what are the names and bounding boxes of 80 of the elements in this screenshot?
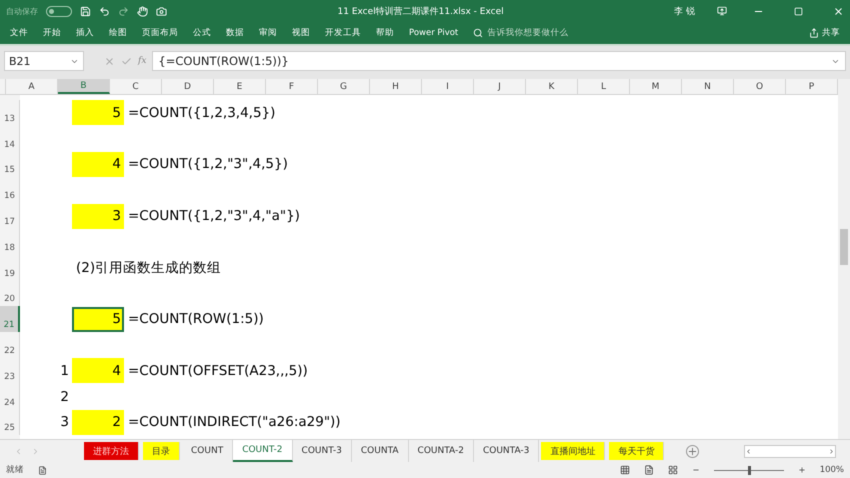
sheet-tab[interactable]: 直播间地址 (541, 442, 606, 460)
maximize-icon[interactable] (794, 6, 803, 16)
column-header[interactable]: C (110, 79, 162, 94)
column-header[interactable]: F (266, 79, 318, 94)
cell-value: =COUNT({1,2,3,4,5}) (127, 104, 276, 123)
column-header[interactable]: E (214, 79, 266, 94)
redo-icon[interactable] (118, 6, 129, 16)
page-layout-icon[interactable] (644, 465, 654, 475)
sheet-tab[interactable]: COUNT-2 (233, 440, 293, 462)
add-sheet-icon[interactable] (686, 444, 700, 458)
undo-icon[interactable] (99, 6, 110, 16)
column-header[interactable]: H (370, 79, 422, 94)
ribbon-tab[interactable]: 绘图 (109, 27, 127, 39)
sheet-tab[interactable]: 每天干货 (609, 442, 664, 460)
cell-value: 5 (72, 306, 124, 332)
scrollbar-thumb[interactable] (840, 229, 848, 265)
search-icon (473, 28, 484, 38)
row-header[interactable]: 21 (0, 306, 20, 332)
share-button[interactable]: 共享 (822, 27, 840, 39)
page-break-icon[interactable] (668, 465, 678, 475)
cell-value: (2)引用函数生成的数组 (75, 258, 222, 278)
zoom-in-icon[interactable] (798, 466, 806, 474)
hand-icon[interactable] (137, 6, 148, 16)
tell-me-field[interactable]: 告诉我你想要做什么 (487, 27, 568, 39)
sheet-tab[interactable]: 进群方法 (84, 442, 139, 460)
ribbon-tab[interactable]: 开发工具 (325, 27, 361, 39)
column-header[interactable]: M (630, 79, 682, 94)
close-icon[interactable] (833, 6, 844, 16)
save-icon[interactable] (80, 6, 91, 16)
cell-value: 1 (59, 362, 70, 381)
ribbon-tab[interactable]: 文件 (10, 27, 28, 39)
ribbon-tab[interactable]: 数据 (226, 27, 244, 39)
cell-value: 4 (72, 152, 124, 177)
column-header[interactable]: K (526, 79, 578, 94)
window-title: 11 Excel特训营二期课件11.xlsx - Excel (336, 6, 505, 18)
scroll-left-icon[interactable] (745, 448, 752, 454)
zoom-thumb[interactable] (748, 466, 751, 474)
column-header[interactable]: D (162, 79, 214, 94)
ribbon-display-icon[interactable] (717, 6, 727, 16)
column-header[interactable]: I (422, 79, 474, 94)
status-text: 就绪 (6, 464, 24, 476)
column-header[interactable]: B (58, 79, 110, 94)
autosave-label: 自动保存 (6, 6, 38, 16)
ribbon-tab[interactable]: Power Pivot (409, 28, 458, 38)
cell-value: =COUNT({1,2,"3",4,5}) (127, 155, 288, 174)
zoom-level: 100% (820, 465, 844, 475)
column-header[interactable]: L (578, 79, 630, 94)
row-header[interactable]: 20 (0, 280, 20, 306)
cell-value: 5 (72, 100, 124, 126)
cell-value: 2 (72, 410, 124, 435)
cell-value: =COUNT(OFFSET(A23,,,5)) (127, 362, 308, 381)
column-header[interactable]: O (734, 79, 786, 94)
normal-view-icon[interactable] (620, 465, 630, 475)
cell-value: 2 (59, 388, 70, 407)
ribbon-tab[interactable]: 页面布局 (142, 27, 178, 39)
sheet-tab[interactable]: 目录 (143, 442, 180, 460)
macro-icon[interactable] (38, 466, 47, 474)
cell-value: =COUNT(ROW(1:5)) (127, 310, 264, 330)
formula-field[interactable]: {=COUNT(ROW(1:5))} (152, 51, 846, 71)
user-name: 李 锐 (674, 6, 695, 18)
ribbon-tab[interactable]: 插入 (76, 27, 94, 39)
horizontal-scrollbar[interactable] (744, 444, 836, 458)
column-header[interactable]: J (474, 79, 526, 94)
column-header[interactable]: G (318, 79, 370, 94)
cell-value: =COUNT(INDIRECT("a26:a29")) (127, 413, 341, 432)
autosave-toggle[interactable] (46, 6, 72, 16)
ribbon-tab[interactable]: 视图 (292, 27, 310, 39)
ribbon-tab[interactable]: 开始 (43, 27, 61, 39)
ribbon-tab[interactable]: 公式 (193, 27, 211, 39)
ribbon-tab[interactable]: 审阅 (259, 27, 277, 39)
ribbon-tab[interactable]: 帮助 (376, 27, 394, 39)
column-header[interactable]: N (682, 79, 734, 94)
scroll-right-icon[interactable] (828, 448, 835, 454)
cell-value: 4 (72, 358, 124, 384)
camera-icon[interactable] (156, 6, 167, 16)
cell-value: 3 (72, 204, 124, 229)
cell-value: 3 (59, 413, 70, 432)
cell-value: =COUNT({1,2,"3",4,"a"}) (127, 207, 300, 226)
share-icon[interactable] (809, 28, 819, 38)
name-box[interactable]: B21 (4, 51, 84, 71)
